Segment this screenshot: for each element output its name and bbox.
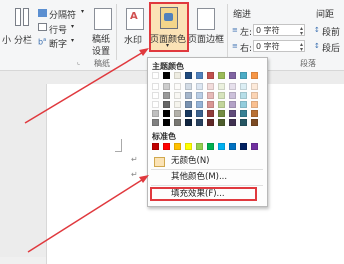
arrow-to-fill-effects	[27, 177, 146, 253]
arrow-to-page-color	[24, 50, 146, 124]
annotation-arrows	[24, 48, 149, 253]
arrowhead-icon	[139, 175, 149, 183]
arrowhead-icon	[139, 48, 149, 56]
